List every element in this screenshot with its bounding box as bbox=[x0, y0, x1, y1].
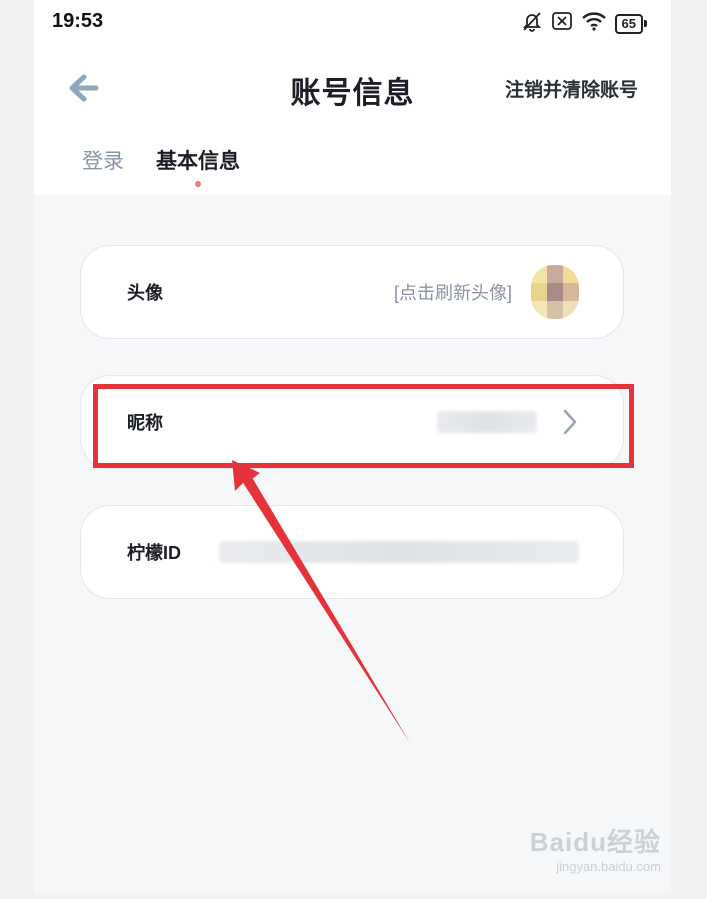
phone-screen: 19:53 65 账号信息 注销并清除账号 登录 基本信息 头像 [点击刷新头像… bbox=[34, 0, 671, 893]
wifi-icon bbox=[581, 10, 607, 37]
battery-tip bbox=[644, 20, 647, 27]
avatar-label: 头像 bbox=[127, 283, 163, 303]
watermark: Baidu经验 jingyan.baidu.com bbox=[530, 822, 661, 874]
avatar[interactable] bbox=[531, 265, 579, 319]
watermark-brand: Baidu经验 bbox=[529, 827, 661, 857]
bell-off-icon bbox=[521, 10, 543, 37]
tab-login[interactable]: 登录 bbox=[82, 145, 124, 175]
tab-bar: 登录 基本信息 bbox=[82, 145, 240, 187]
no-sim-icon bbox=[551, 11, 573, 36]
battery-icon: 65 bbox=[614, 13, 647, 34]
lemon-id-value-blurred bbox=[219, 541, 579, 563]
tab-basic-info-label: 基本信息 bbox=[156, 150, 240, 173]
status-icons: 65 bbox=[521, 10, 647, 37]
status-time: 19:53 bbox=[52, 10, 104, 32]
lemon-id-label: 柠檬ID bbox=[127, 543, 181, 563]
watermark-url: jingyan.baidu.com bbox=[556, 859, 661, 874]
avatar-row[interactable]: 头像 [点击刷新头像] bbox=[80, 245, 624, 339]
refresh-avatar-link[interactable]: [点击刷新头像] bbox=[394, 279, 512, 305]
battery-level: 65 bbox=[614, 13, 643, 34]
lemon-id-row: 柠檬ID bbox=[80, 505, 624, 599]
highlight-box bbox=[93, 384, 634, 468]
deregister-account-button[interactable]: 注销并清除账号 bbox=[505, 75, 638, 102]
active-tab-indicator bbox=[195, 181, 201, 187]
tab-basic-info[interactable]: 基本信息 bbox=[156, 145, 240, 187]
